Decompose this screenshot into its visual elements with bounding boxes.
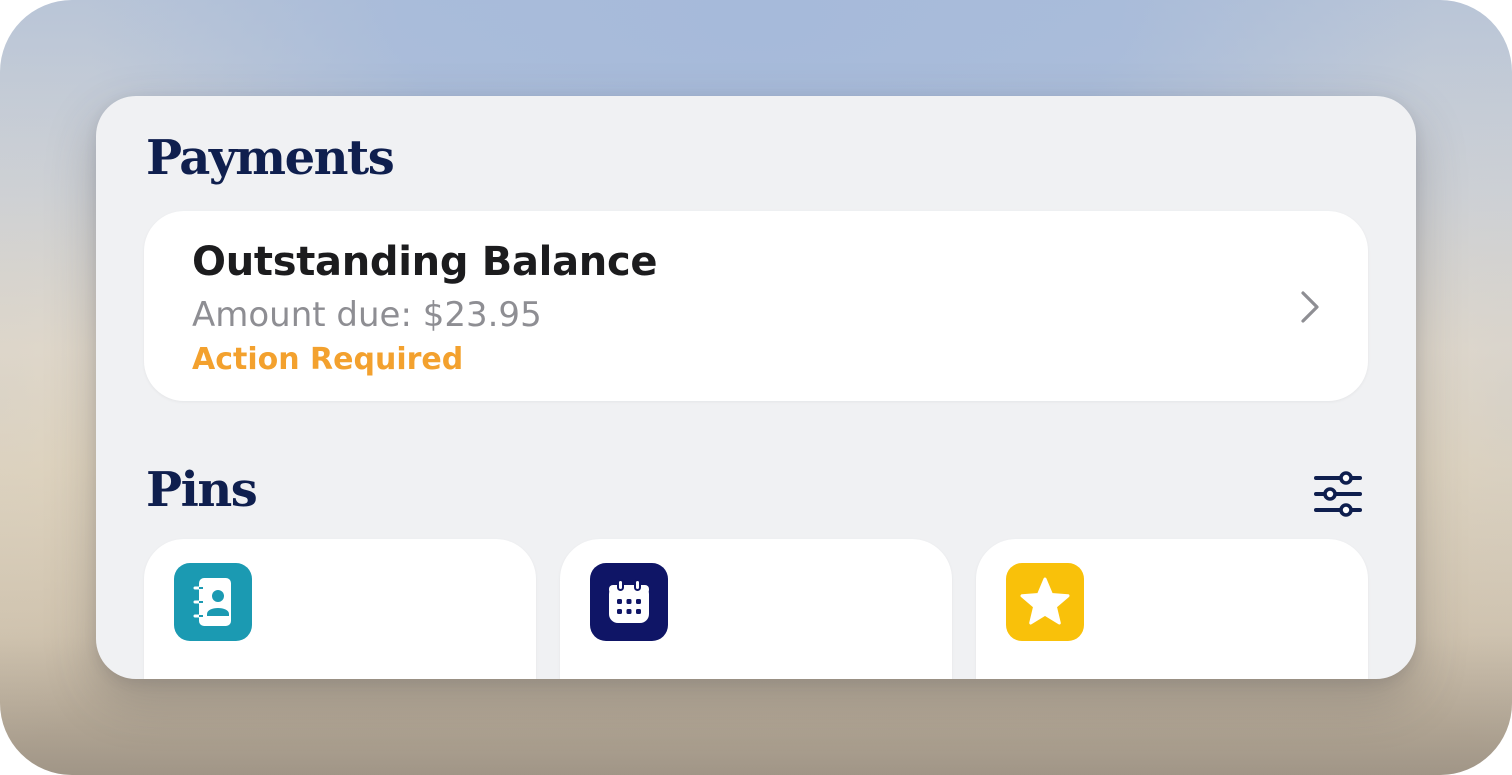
- payments-heading: Payments: [146, 130, 395, 186]
- amount-due-text: Amount due: $23.95: [192, 295, 542, 335]
- pin-tile-favorites[interactable]: [976, 539, 1368, 679]
- outstanding-balance-card[interactable]: Outstanding Balance Amount due: $23.95 A…: [144, 211, 1368, 401]
- star-icon: [1006, 563, 1084, 641]
- pin-tile-contacts[interactable]: [144, 539, 536, 679]
- sliders-icon[interactable]: [1310, 470, 1366, 518]
- contacts-book-icon: [174, 563, 252, 641]
- balance-title: Outstanding Balance: [192, 239, 658, 285]
- chevron-right-icon: [1301, 291, 1319, 323]
- widget-card: Payments Outstanding Balance Amount due:…: [96, 96, 1416, 679]
- calendar-icon: [590, 563, 668, 641]
- pin-tile-calendar[interactable]: [560, 539, 952, 679]
- pins-heading: Pins: [146, 462, 258, 518]
- action-required-status: Action Required: [192, 342, 464, 377]
